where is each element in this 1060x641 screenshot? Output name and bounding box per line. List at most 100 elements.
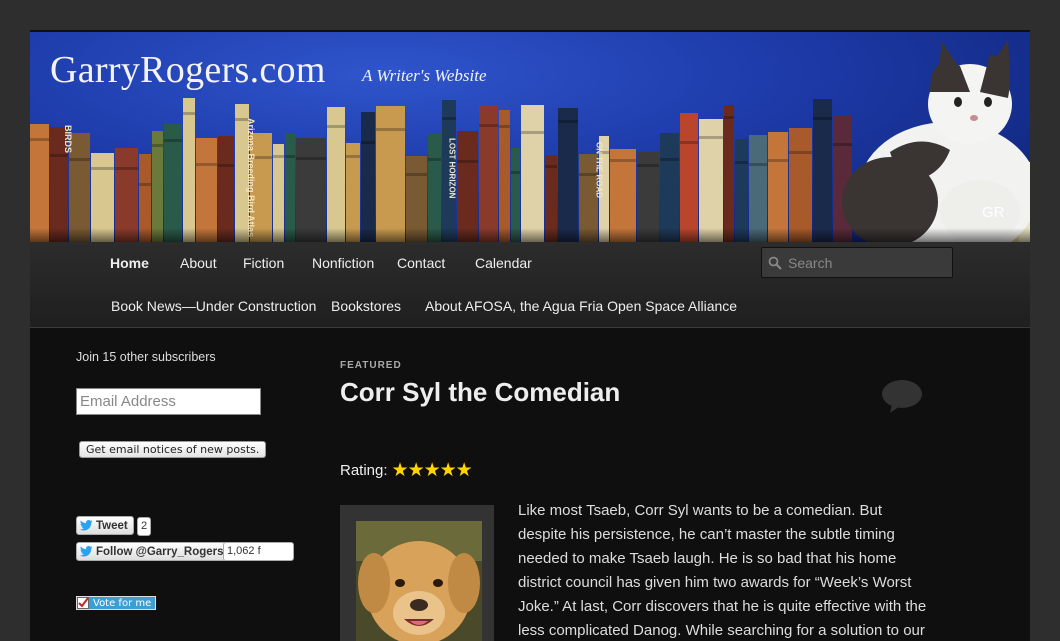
book-spine [789,128,812,242]
nav-item-home[interactable]: Home [110,242,149,285]
gr-mark: GR [982,204,1005,221]
book-spine [660,133,679,242]
book-spine-band [115,167,138,170]
book-spine-band [558,120,578,123]
search-icon [768,256,782,270]
book-spine-band [327,125,345,128]
tweet-button[interactable]: Tweet [76,516,134,535]
book-spine-band [749,163,767,166]
header-banner[interactable]: BIRDS Arizona Breeding Bird Atlas LOST H… [30,32,1030,242]
book-spine-band [139,183,151,186]
book-spine-band [479,124,498,127]
book-spine-band [428,158,441,161]
follower-count: 1,062 f [223,542,294,561]
nav-item-about[interactable]: About [180,242,217,285]
book-spine-band [735,161,748,164]
book-spine [218,136,234,242]
book-spine [428,134,441,242]
book-spine-band [660,158,679,161]
book-spine-band [511,171,520,174]
book-spine-band [296,157,326,160]
book-spine-band [406,173,427,176]
search-input[interactable] [788,254,938,271]
post-body: Like most Tsaeb, Corr Syl wants to be a … [518,502,927,639]
main-content: FEATURED Corr Syl the Comedian Rating: ★… [340,328,940,641]
book-spine-band [164,139,182,142]
book-spine-band [152,144,163,147]
book-spine-arizona: Arizona Breeding Bird Atlas [246,118,256,238]
book-spine-horizon: LOST HORIZON [447,138,457,199]
book-spine [735,139,748,242]
site-tagline: A Writer's Website [362,66,487,85]
nav-item-fiction[interactable]: Fiction [243,242,284,285]
book-spine [680,113,698,242]
nav-item-book-news[interactable]: Book News—Under Construction [111,285,316,328]
twitter-bird-icon [80,520,93,531]
nav-item-contact[interactable]: Contact [397,242,445,285]
book-spine-band [346,155,360,158]
rating-stars: ★★★★★ [391,460,473,481]
book-spine-band [273,155,284,158]
book-spine-band [196,163,217,166]
book-spine-road: ON THE ROAD [594,142,604,198]
post-title[interactable]: Corr Syl the Comedian [340,377,620,408]
book-spine [183,98,195,242]
rating-label: Rating: [340,462,388,479]
shelf-shadow [30,228,1030,242]
book-spine-band [789,151,812,154]
vote-label: Vote for me [93,597,152,609]
twitter-bird-icon [80,546,93,557]
search-box[interactable] [761,247,953,278]
nav-item-bookstores[interactable]: Bookstores [331,285,401,328]
book-spine [376,106,405,242]
comment-bubble-icon[interactable] [882,380,922,414]
subscribe-button[interactable]: Get email notices of new posts. [79,441,267,458]
email-field[interactable] [76,388,261,415]
book-spine-band [361,141,375,144]
checkbox-icon [77,597,89,609]
book-spine [558,108,578,242]
book-spine-band [610,159,636,162]
book-spine-band [637,164,659,167]
tweet-count: 2 [137,517,152,536]
book-spine-band [91,167,114,170]
post-thumbnail-frame [340,505,494,641]
book-spine-band [376,128,405,131]
nav-item-nonfiction[interactable]: Nonfiction [312,242,374,285]
book-spine [30,124,49,242]
book-spine-band [699,136,723,139]
book-spine-band [30,138,49,141]
book-spine-band [680,141,698,144]
site-title[interactable]: GarryRogers.com [50,48,326,92]
follow-button[interactable]: Follow @Garry_Rogers [76,542,230,561]
book-spine [361,112,375,242]
dog-photo [356,521,482,641]
book-spine [724,105,734,242]
book-spine-band [545,165,557,168]
book-spine-band [768,159,788,162]
book-spine-band [218,164,234,167]
nav-item-about-afosa[interactable]: About AFOSA, the Agua Fria Open Space Al… [425,285,737,328]
book-spine [749,135,767,242]
book-spine [499,110,510,242]
book-spine-band [442,117,456,120]
post-rating: Rating: ★★★★★ [340,459,473,482]
nav-item-calendar[interactable]: Calendar [475,242,532,285]
book-spine [152,131,163,242]
book-spine [521,105,544,242]
main-nav: Home About Fiction Nonfiction Contact Ca… [30,242,1030,328]
book-spine-band [724,116,734,119]
book-spine [296,138,326,242]
book-spine [768,132,788,242]
follow-label: Follow @Garry_Rogers [96,545,224,558]
featured-label: FEATURED [340,360,402,371]
book-spine [196,138,217,242]
tweet-label: Tweet [96,519,128,532]
book-spine [285,133,295,242]
subscribers-text: Join 15 other subscribers [76,350,216,364]
book-spine-band [521,131,544,134]
vote-button[interactable]: Vote for me [76,596,157,610]
book-spine-birds: BIRDS [63,125,73,154]
book-spine-band [499,125,510,128]
book-spine-band [285,155,295,158]
